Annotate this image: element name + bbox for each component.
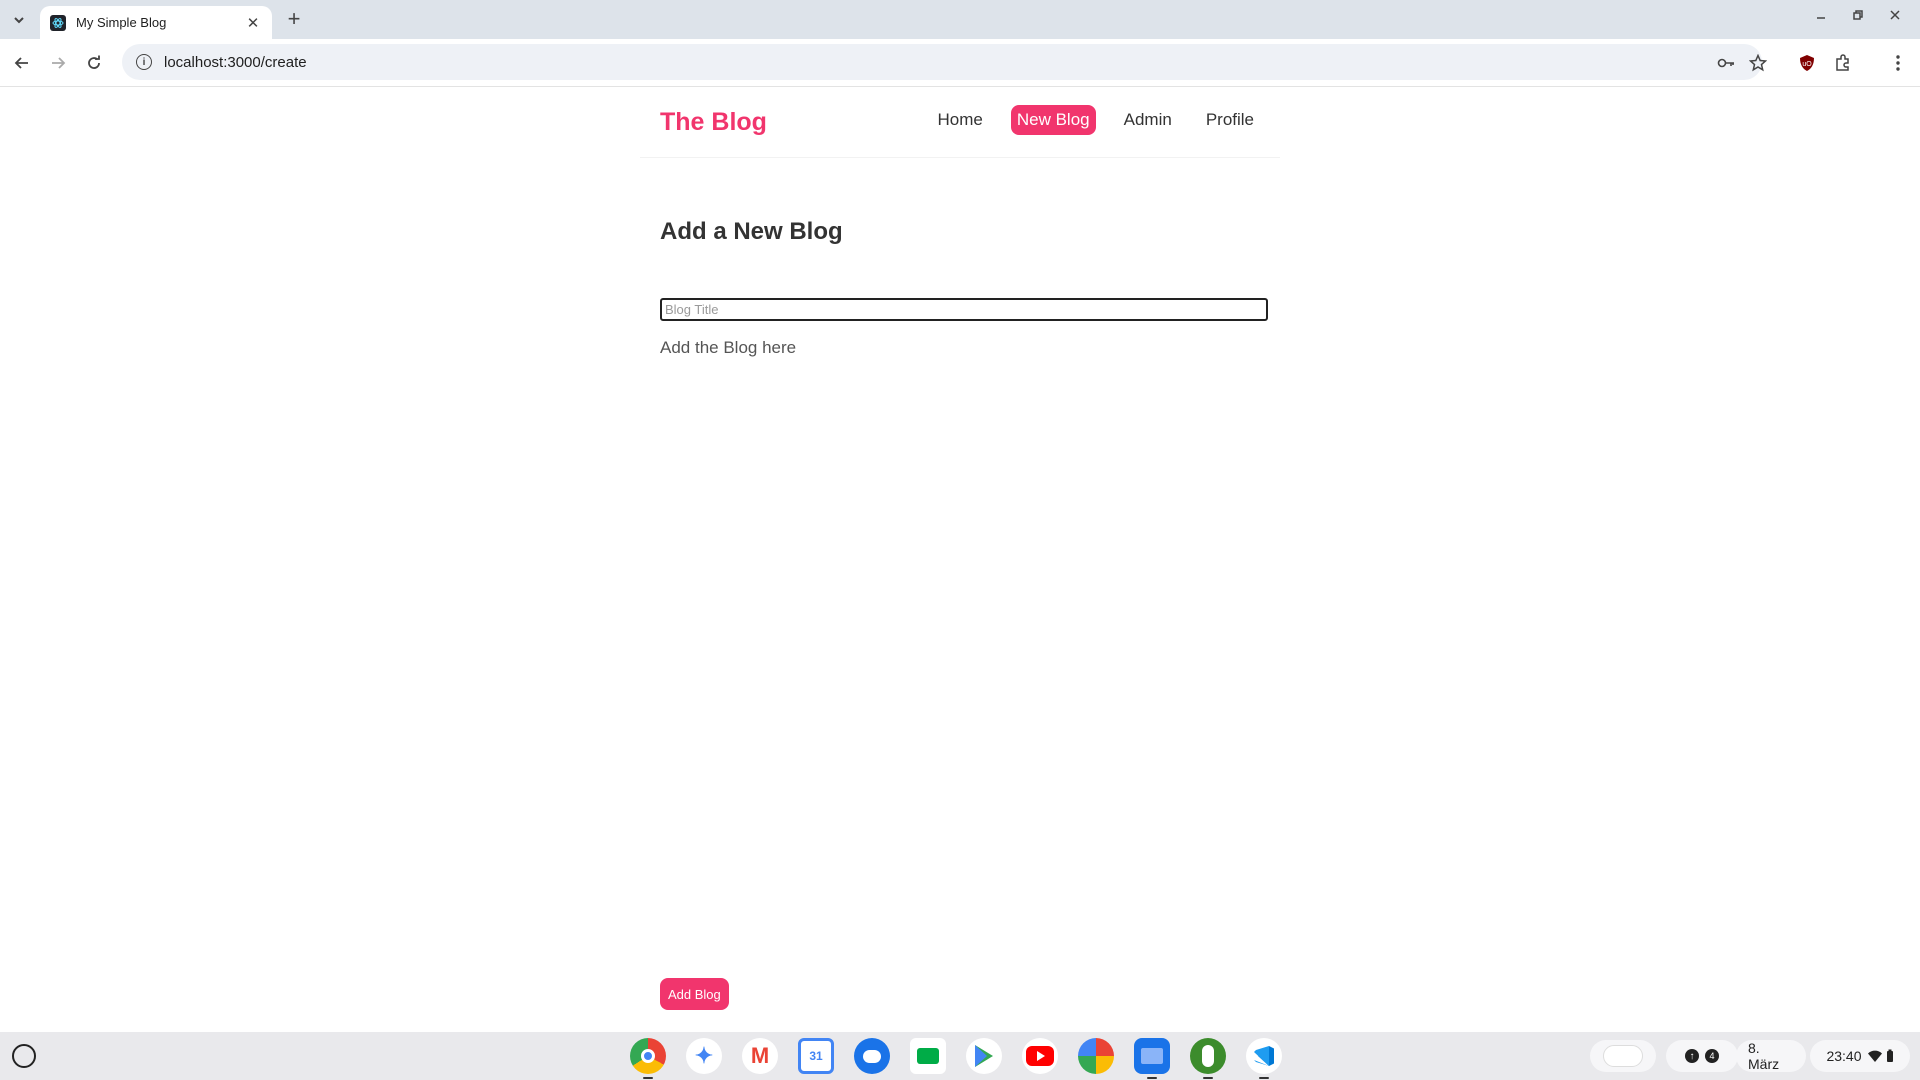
app-icon[interactable] bbox=[1190, 1038, 1226, 1079]
restore-icon[interactable] bbox=[1846, 8, 1870, 26]
shelf-apps: ✦ M 31 bbox=[630, 1038, 1302, 1079]
holding-space-tray[interactable] bbox=[1590, 1040, 1656, 1072]
bookmark-star-icon[interactable] bbox=[1746, 51, 1770, 75]
nav-link-admin[interactable]: Admin bbox=[1118, 105, 1178, 135]
notification-tray[interactable]: ↑ 4 bbox=[1666, 1040, 1738, 1072]
launcher-icon[interactable] bbox=[12, 1044, 36, 1068]
os-shelf: ✦ M 31 ↑ 4 8. März 23:40 bbox=[0, 1032, 1920, 1080]
url-text: localhost:3000/create bbox=[164, 53, 307, 71]
site-navbar: The Blog Home New Blog Admin Profile bbox=[640, 88, 1280, 158]
menu-dots-icon[interactable] bbox=[1886, 51, 1910, 75]
site-brand[interactable]: The Blog bbox=[660, 108, 767, 137]
date-tray[interactable]: 8. März bbox=[1736, 1040, 1806, 1072]
notification-count-badge: 4 bbox=[1705, 1049, 1719, 1063]
meet-icon[interactable] bbox=[910, 1038, 946, 1074]
youtube-icon[interactable] bbox=[1022, 1038, 1058, 1074]
tab-strip: My Simple Blog ✕ + bbox=[0, 0, 1920, 39]
react-favicon-icon bbox=[50, 14, 66, 31]
browser-tab[interactable]: My Simple Blog ✕ bbox=[40, 6, 272, 39]
chrome-icon[interactable] bbox=[630, 1038, 666, 1079]
page-content: The Blog Home New Blog Admin Profile Add… bbox=[0, 88, 1920, 1031]
wifi-icon bbox=[1867, 1050, 1882, 1062]
site-info-icon[interactable]: i bbox=[136, 54, 152, 70]
blog-body-textarea[interactable] bbox=[660, 338, 1268, 838]
address-bar[interactable]: i localhost:3000/create bbox=[122, 44, 1762, 80]
nav-links: Home New Blog Admin Profile bbox=[910, 105, 1261, 135]
forward-arrow-icon[interactable] bbox=[46, 51, 70, 75]
ublock-extension-icon[interactable]: uO bbox=[1795, 51, 1819, 75]
blog-title-input[interactable] bbox=[660, 298, 1268, 321]
calendar-icon[interactable]: 31 bbox=[798, 1038, 834, 1074]
chevron-down-icon bbox=[14, 17, 24, 24]
nav-link-new-blog[interactable]: New Blog bbox=[1010, 105, 1096, 135]
svg-text:uO: uO bbox=[1802, 61, 1812, 68]
files-icon[interactable] bbox=[1134, 1038, 1170, 1079]
clock-text: 23:40 bbox=[1826, 1048, 1862, 1064]
minimize-icon[interactable] bbox=[1809, 8, 1833, 26]
messages-icon[interactable] bbox=[854, 1038, 890, 1074]
tab-close-icon[interactable]: ✕ bbox=[244, 14, 262, 32]
play-store-icon[interactable] bbox=[966, 1038, 1002, 1074]
gmail-icon[interactable]: M bbox=[742, 1038, 778, 1074]
create-blog-form: Add a New Blog Add Blog bbox=[660, 218, 1268, 1010]
browser-toolbar: i localhost:3000/create uO bbox=[0, 39, 1920, 87]
tab-title: My Simple Blog bbox=[76, 15, 167, 30]
gemini-icon[interactable]: ✦ bbox=[686, 1038, 722, 1074]
page-title: Add a New Blog bbox=[660, 218, 843, 245]
back-arrow-icon[interactable] bbox=[10, 51, 34, 75]
nav-link-profile[interactable]: Profile bbox=[1200, 105, 1260, 135]
photos-icon[interactable] bbox=[1078, 1038, 1114, 1074]
reload-icon[interactable] bbox=[82, 51, 106, 75]
upload-icon: ↑ bbox=[1685, 1049, 1699, 1063]
status-tray[interactable]: 23:40 bbox=[1810, 1040, 1910, 1072]
new-tab-button[interactable]: + bbox=[282, 8, 306, 32]
vscode-icon[interactable] bbox=[1246, 1038, 1282, 1079]
password-key-icon[interactable] bbox=[1714, 51, 1738, 75]
add-blog-button[interactable]: Add Blog bbox=[660, 978, 729, 1010]
battery-icon bbox=[1886, 1049, 1893, 1062]
close-window-icon[interactable] bbox=[1883, 8, 1907, 26]
extensions-puzzle-icon[interactable] bbox=[1831, 51, 1855, 75]
date-text: 8. März bbox=[1748, 1040, 1780, 1072]
tab-search-button[interactable] bbox=[8, 9, 30, 31]
nav-link-home[interactable]: Home bbox=[932, 105, 989, 135]
